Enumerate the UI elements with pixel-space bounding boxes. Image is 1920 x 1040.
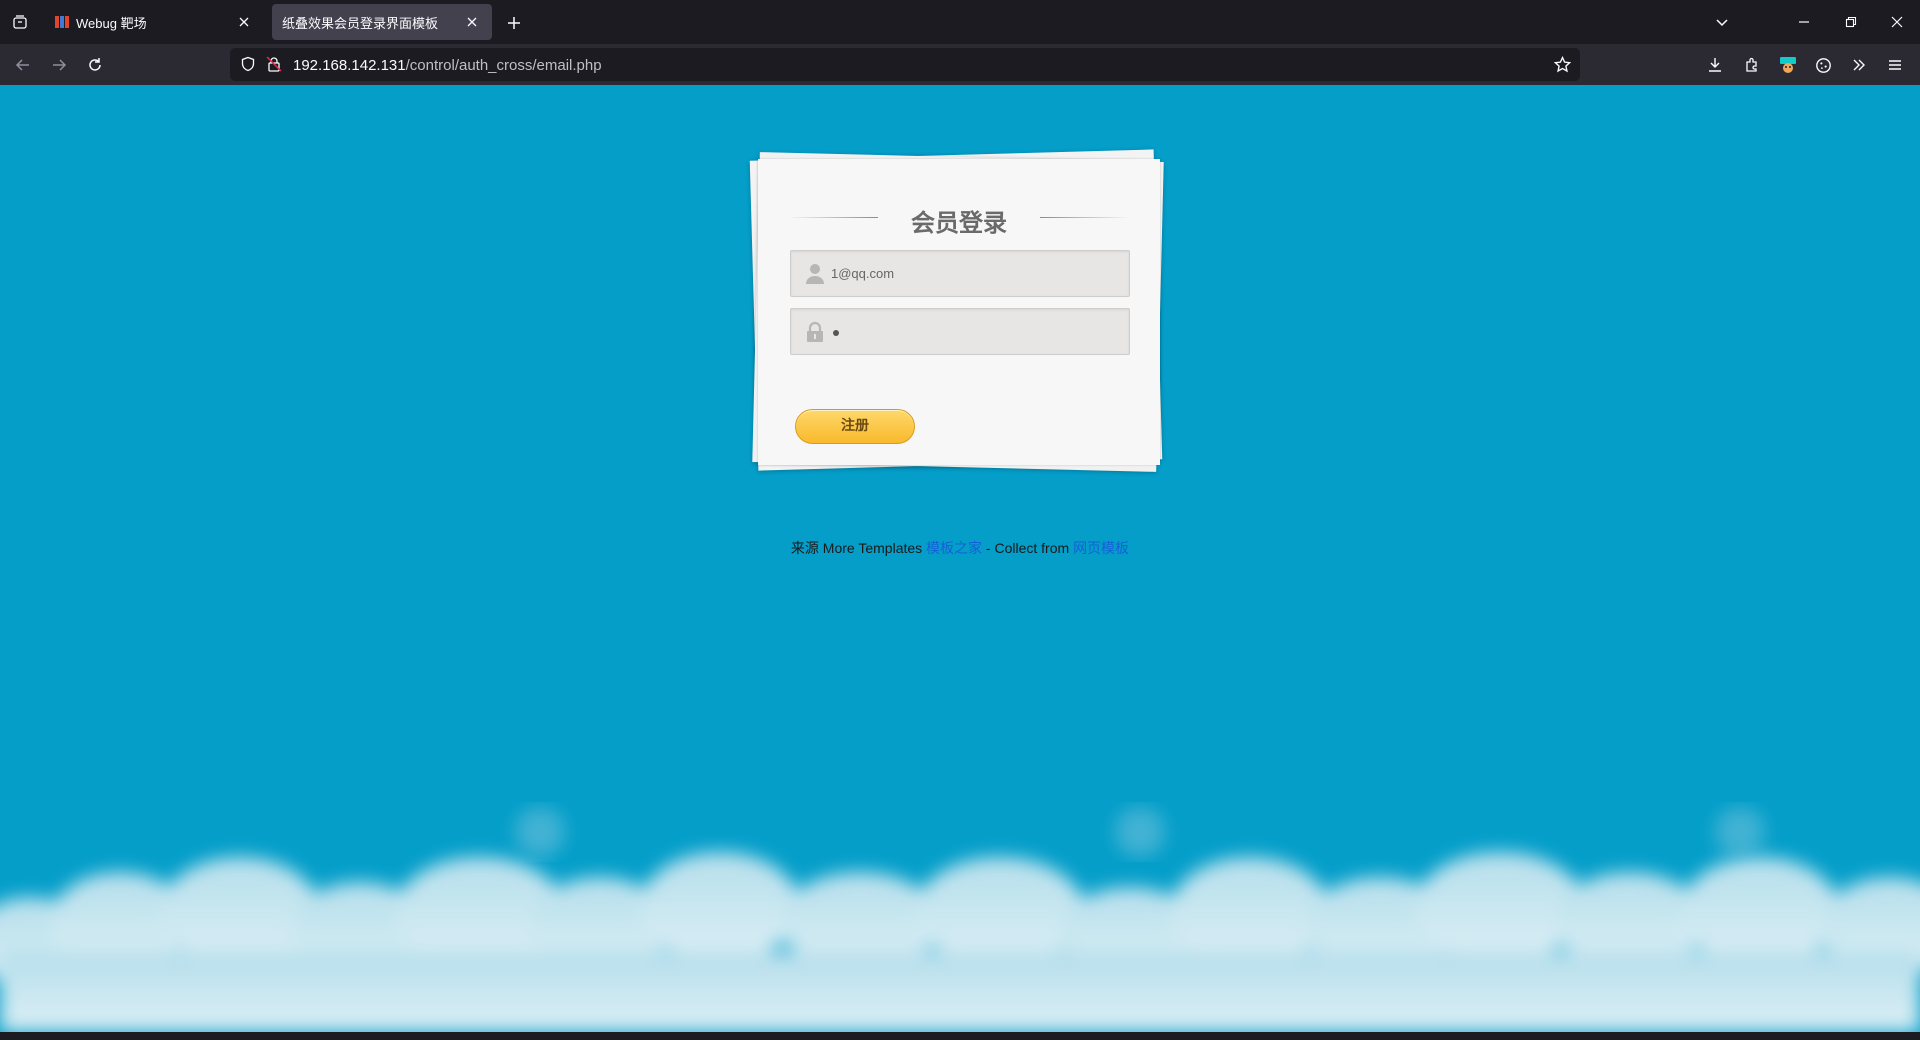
minimize-icon[interactable]	[1792, 10, 1816, 34]
template-home-link[interactable]: 模板之家	[926, 540, 982, 556]
credit-middle: - Collect from	[982, 540, 1074, 556]
title-divider-right	[1040, 217, 1130, 218]
hackbar-extension-icon[interactable]	[1775, 52, 1801, 78]
tab-strip: Webug 靶场 纸叠效果会员登录界面模板	[0, 0, 1920, 44]
login-card: 会员登录 1@qq.com 注册	[758, 159, 1160, 465]
tab-title: Webug 靶场	[76, 15, 147, 31]
url-text: 192.168.142.131/control/auth_cross/email…	[293, 57, 602, 74]
forward-arrow-icon[interactable]	[46, 52, 72, 78]
window-bottom-edge	[0, 1032, 1920, 1040]
close-tab-icon[interactable]	[234, 12, 254, 32]
chevron-down-icon[interactable]	[1710, 10, 1734, 34]
insecure-lock-icon[interactable]	[266, 56, 282, 77]
credit-prefix: 来源 More Templates	[790, 540, 927, 556]
back-arrow-icon[interactable]	[10, 52, 36, 78]
new-tab-icon[interactable]	[502, 11, 526, 35]
extensions-icon[interactable]	[1739, 52, 1765, 78]
lock-icon	[807, 321, 823, 342]
tab-list-icon[interactable]	[8, 10, 32, 34]
url-path: /control/auth_cross/email.php	[405, 57, 602, 74]
password-mask	[833, 330, 839, 336]
email-input[interactable]: 1@qq.com	[790, 250, 1130, 297]
web-templates-link[interactable]: 网页模板	[1073, 540, 1129, 556]
user-icon	[806, 264, 824, 284]
clouds-background	[0, 807, 1920, 1032]
webug-favicon-icon	[55, 16, 69, 28]
reload-icon[interactable]	[82, 52, 108, 78]
tab-webug[interactable]: Webug 靶场	[44, 4, 264, 40]
url-host: 192.168.142.131	[293, 57, 406, 74]
close-window-icon[interactable]	[1885, 10, 1909, 34]
restore-icon[interactable]	[1839, 10, 1863, 34]
email-value: 1@qq.com	[831, 266, 895, 281]
bookmark-star-icon[interactable]	[1553, 55, 1572, 78]
shield-icon[interactable]	[240, 56, 256, 77]
template-credit: 来源 More Templates 模板之家 - Collect from 网页…	[0, 538, 1920, 558]
login-title: 会员登录	[911, 209, 1007, 237]
navigation-toolbar: 192.168.142.131/control/auth_cross/email…	[0, 44, 1920, 85]
password-input[interactable]	[790, 308, 1130, 355]
close-tab-icon[interactable]	[462, 12, 482, 32]
url-bar[interactable]: 192.168.142.131/control/auth_cross/email…	[230, 48, 1580, 81]
register-button[interactable]: 注册	[795, 409, 915, 444]
overflow-chevrons-icon[interactable]	[1846, 52, 1872, 78]
tab-login-template[interactable]: 纸叠效果会员登录界面模板	[272, 4, 492, 40]
cookie-icon[interactable]	[1810, 52, 1836, 78]
tab-title: 纸叠效果会员登录界面模板	[282, 15, 439, 31]
menu-hamburger-icon[interactable]	[1882, 52, 1908, 78]
download-icon[interactable]	[1702, 52, 1728, 78]
page-viewport: 会员登录 1@qq.com 注册 来源 More Templates 模板之家 …	[0, 85, 1920, 1032]
